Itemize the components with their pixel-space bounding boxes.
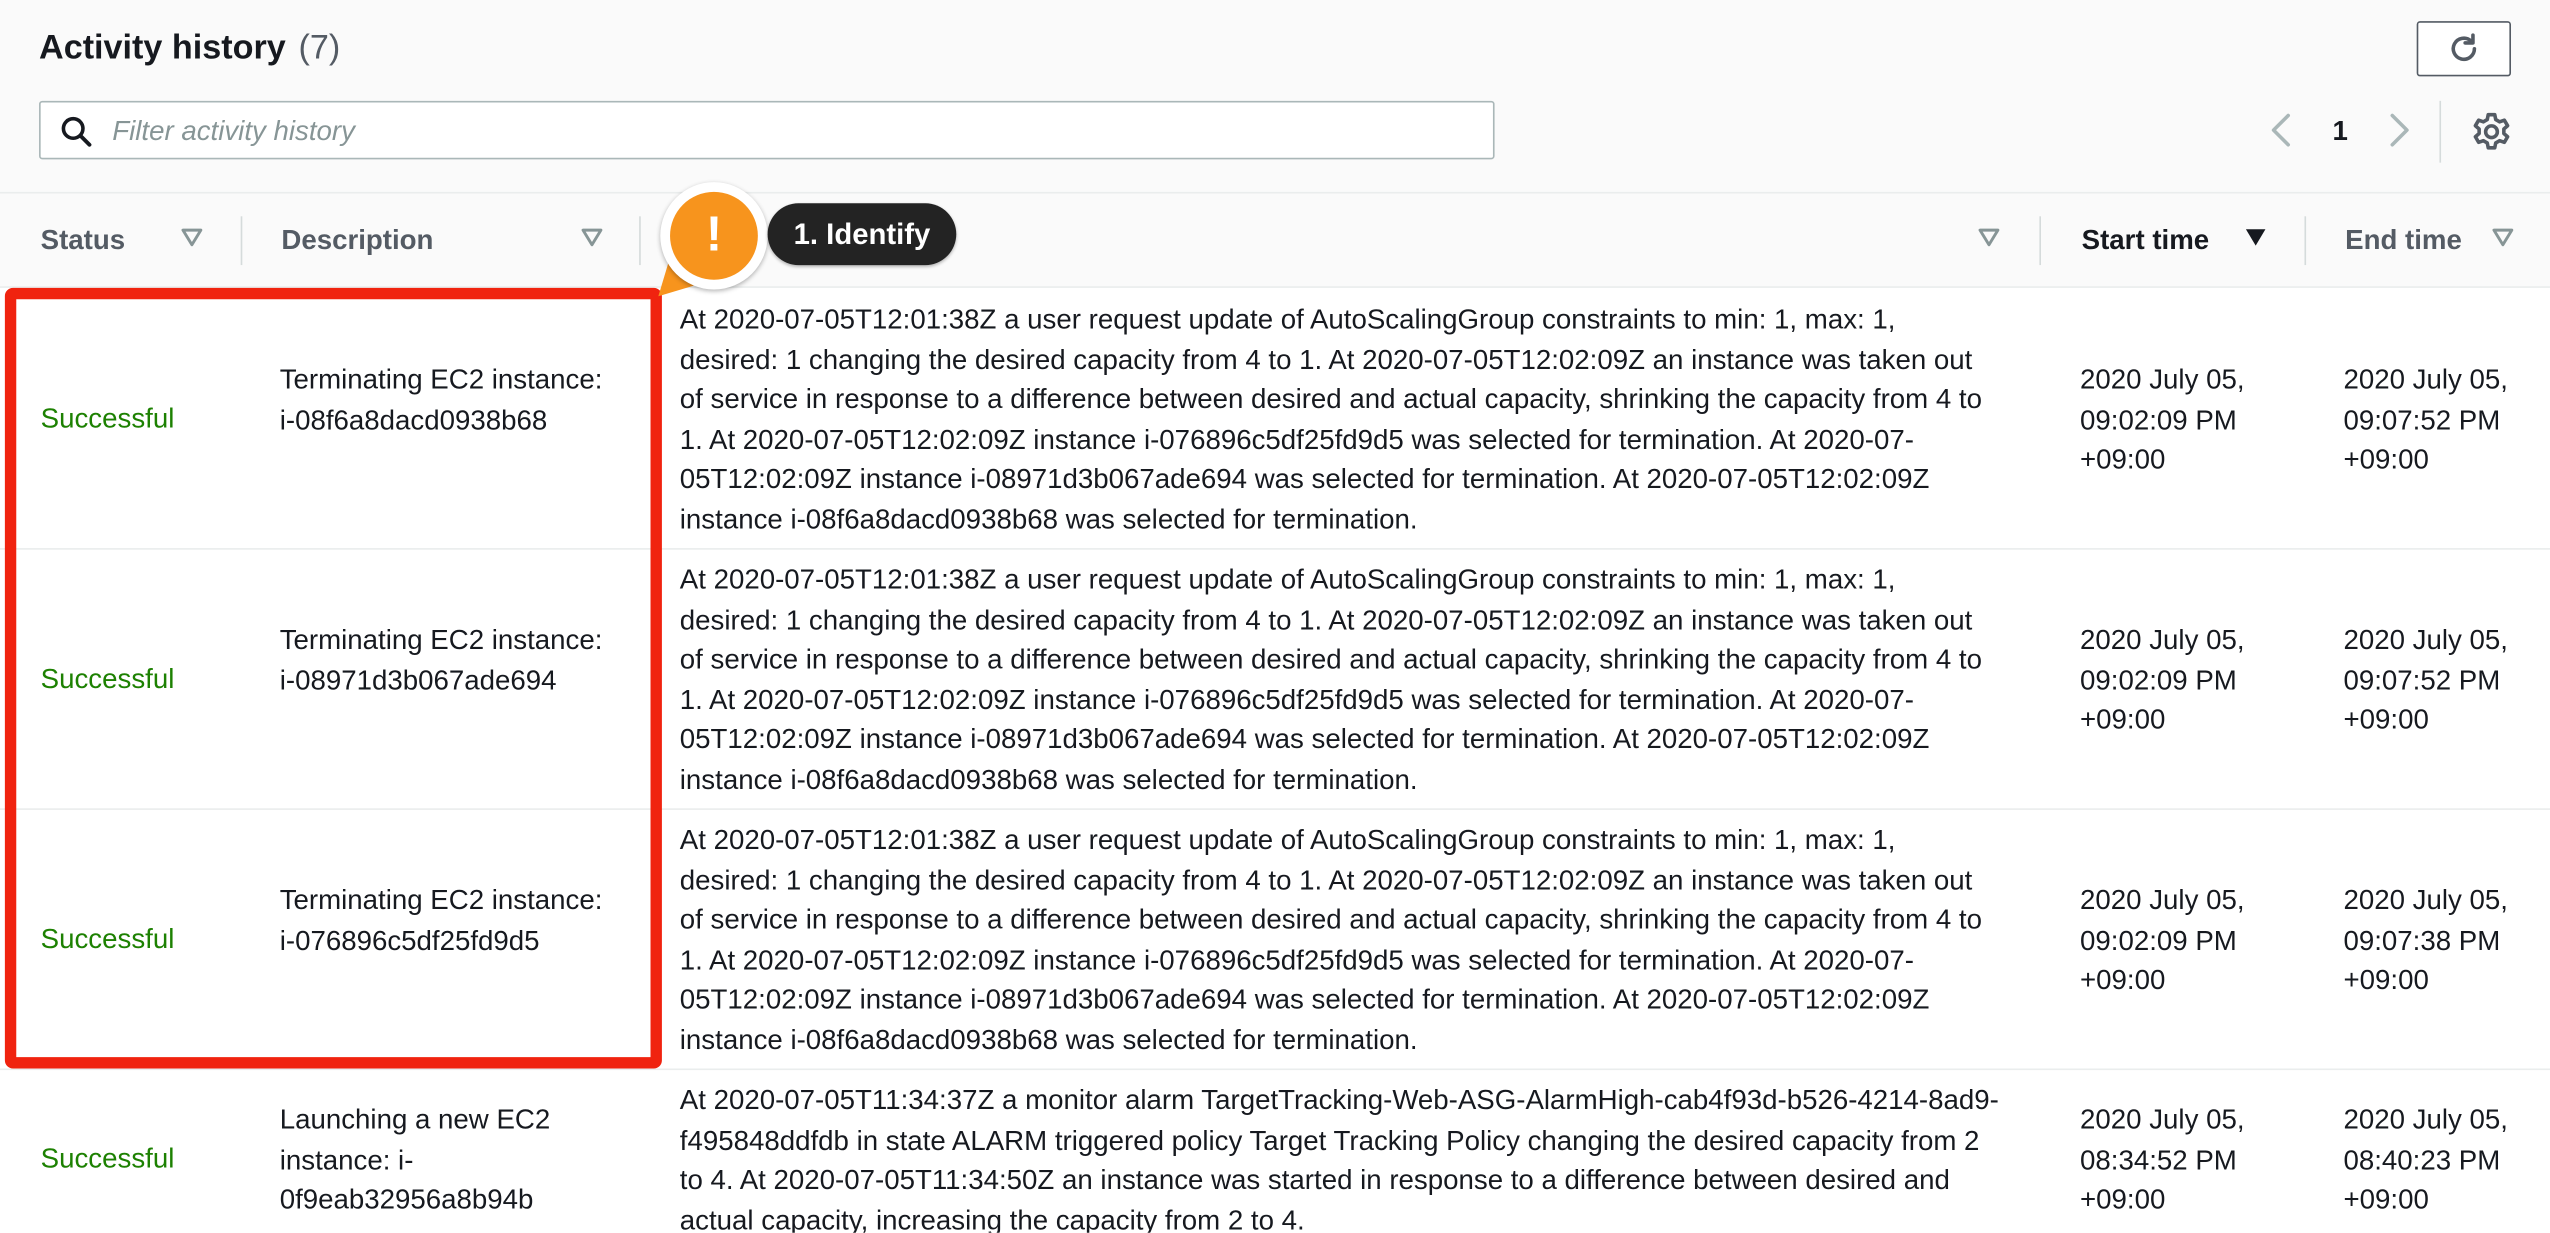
column-label: Description xyxy=(281,224,434,256)
activity-history-panel: Activity history (7) 1 xyxy=(0,0,2550,1233)
column-divider xyxy=(2304,216,2307,266)
sort-icon[interactable] xyxy=(2491,228,2514,248)
description-text: Launching a new EC2 instance: i-0f9eab32… xyxy=(279,1104,551,1215)
current-page-number[interactable]: 1 xyxy=(2326,115,2355,148)
table-row[interactable]: Successful Terminating EC2 instance: i-0… xyxy=(0,810,2550,1071)
cause-text: At 2020-07-05T12:01:38Z a user request u… xyxy=(679,824,1983,1055)
table-row[interactable]: Successful Launching a new EC2 instance:… xyxy=(0,1070,2550,1233)
cause-text: At 2020-07-05T12:01:38Z a user request u… xyxy=(679,304,1983,535)
callout-badge: ! xyxy=(660,182,768,290)
column-label: Status xyxy=(40,224,126,256)
title-text: Activity history xyxy=(39,29,286,67)
column-divider xyxy=(240,216,243,266)
cause-text: At 2020-07-05T11:34:37Z a monitor alarm … xyxy=(679,1084,1999,1233)
end-time-text: 2020 July 05, 09:07:52 PM +09:00 xyxy=(2343,364,2508,475)
previous-page-icon[interactable] xyxy=(2264,111,2300,150)
table-header: Status Description Start time End time xyxy=(0,191,2550,288)
search-field[interactable] xyxy=(39,100,1495,162)
start-time-text: 2020 July 05, 08:34:52 PM +09:00 xyxy=(2080,1104,2245,1215)
sort-icon[interactable] xyxy=(581,228,604,248)
column-header-status[interactable]: Status xyxy=(40,194,203,288)
column-header-description[interactable]: Description xyxy=(281,194,603,288)
sort-icon[interactable] xyxy=(181,228,204,248)
status-text: Successful xyxy=(40,403,175,435)
search-input[interactable] xyxy=(108,102,1482,162)
column-label: End time xyxy=(2345,224,2462,256)
description-text: Terminating EC2 instance: i-076896c5df25… xyxy=(279,884,603,956)
end-time-text: 2020 July 05, 09:07:52 PM +09:00 xyxy=(2343,624,2508,736)
start-time-text: 2020 July 05, 09:02:09 PM +09:00 xyxy=(2080,624,2245,736)
description-text: Terminating EC2 instance: i-08971d3b067a… xyxy=(279,624,603,696)
table-row[interactable]: Successful Terminating EC2 instance: i-0… xyxy=(0,288,2550,550)
start-time-text: 2020 July 05, 09:02:09 PM +09:00 xyxy=(2080,364,2245,475)
column-header-end-time[interactable]: End time xyxy=(2345,194,2514,288)
page-title: Activity history (7) xyxy=(39,29,340,68)
activity-count: (7) xyxy=(298,29,341,67)
table-row[interactable]: Successful Terminating EC2 instance: i-0… xyxy=(0,550,2550,810)
column-header-start-time[interactable]: Start time xyxy=(2081,194,2266,288)
end-time-text: 2020 July 05, 09:07:38 PM +09:00 xyxy=(2343,884,2508,996)
end-time-text: 2020 July 05, 08:40:23 PM +09:00 xyxy=(2343,1104,2508,1215)
gear-icon[interactable] xyxy=(2470,111,2512,153)
column-divider xyxy=(2039,216,2042,266)
column-label: Start time xyxy=(2081,224,2210,256)
sort-descending-icon[interactable] xyxy=(2244,228,2267,248)
search-icon xyxy=(61,116,92,147)
status-text: Successful xyxy=(40,923,175,955)
callout-label: 1. Identify xyxy=(767,203,957,266)
column-divider xyxy=(639,216,641,266)
pagination-divider xyxy=(2439,100,2442,163)
next-page-icon[interactable] xyxy=(2381,111,2417,150)
cause-text: At 2020-07-05T12:01:38Z a user request u… xyxy=(679,564,1983,795)
exclamation-icon: ! xyxy=(670,191,758,280)
status-text: Successful xyxy=(40,663,175,695)
start-time-text: 2020 July 05, 09:02:09 PM +09:00 xyxy=(2080,884,2245,996)
sort-icon[interactable] xyxy=(1978,228,2001,248)
refresh-button[interactable] xyxy=(2416,21,2512,77)
description-text: Terminating EC2 instance: i-08f6a8dacd09… xyxy=(279,364,603,436)
refresh-icon xyxy=(2451,33,2477,62)
status-text: Successful xyxy=(40,1143,175,1175)
panel-header: Activity history (7) 1 xyxy=(0,0,2550,192)
